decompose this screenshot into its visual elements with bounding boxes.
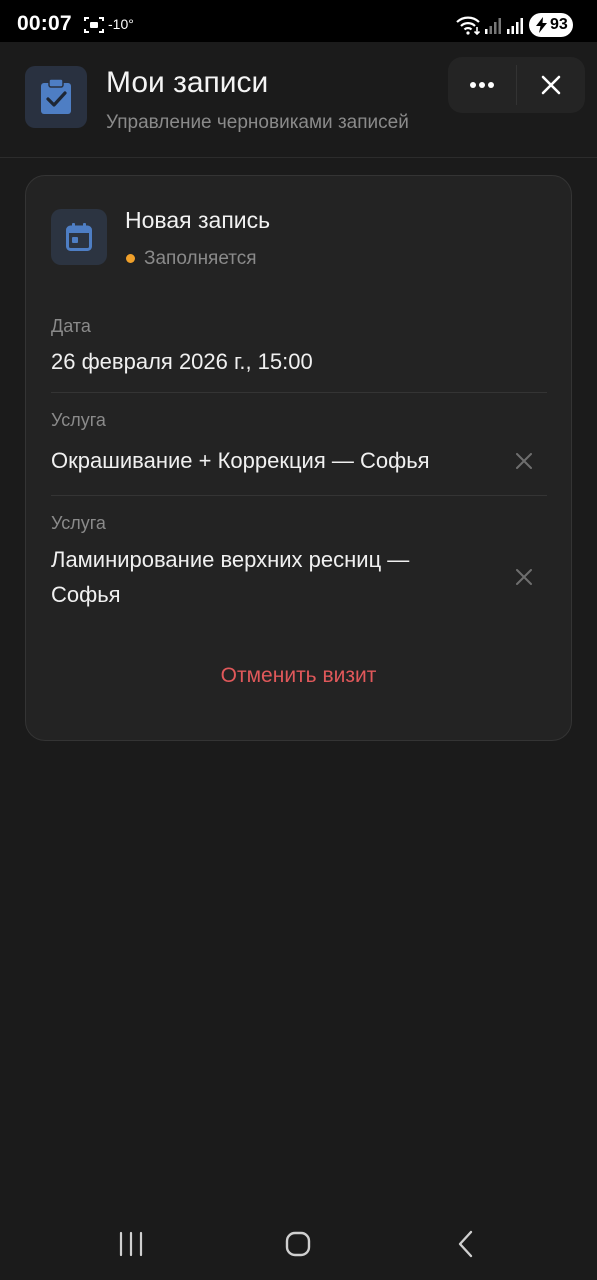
close-icon	[541, 75, 561, 95]
remove-service-button[interactable]	[511, 448, 537, 474]
page-subtitle: Управление черновиками записей	[106, 112, 409, 133]
more-button[interactable]	[448, 57, 516, 113]
page-title: Мои записи	[106, 66, 269, 99]
app-icon-tile	[25, 66, 87, 128]
divider	[51, 495, 547, 496]
service-label: Услуга	[51, 513, 106, 533]
page-header: Мои записи Управление черновиками записе…	[0, 42, 597, 158]
home-icon	[285, 1231, 311, 1257]
date-value[interactable]: 26 февраля 2026 г., 15:00	[51, 344, 313, 379]
remove-icon	[516, 453, 532, 469]
more-horizontal-icon	[470, 82, 494, 88]
service-value[interactable]: Ламинирование верхних ресниц —	[51, 542, 409, 577]
status-bar: 00:07 -10° 93	[0, 0, 597, 42]
charging-icon	[536, 17, 547, 33]
battery-level: 93	[550, 16, 568, 33]
draft-card: Новая запись Заполняется Дата 26 февраля…	[25, 175, 572, 741]
status-text: Заполняется	[144, 248, 257, 269]
back-icon	[458, 1230, 473, 1258]
service-label: Услуга	[51, 410, 106, 430]
header-actions	[448, 57, 585, 113]
card-icon-tile	[51, 209, 107, 265]
clipboard-check-icon	[41, 79, 71, 114]
system-nav-bar	[0, 1208, 597, 1280]
close-button[interactable]	[517, 57, 585, 113]
home-button[interactable]	[268, 1220, 328, 1268]
battery-indicator: 93	[529, 13, 573, 37]
back-button[interactable]	[436, 1220, 496, 1268]
service-value[interactable]: Окрашивание + Коррекция — Софья	[51, 443, 430, 478]
recent-apps-icon	[119, 1231, 143, 1257]
cancel-visit-button[interactable]: Отменить визит	[26, 664, 571, 688]
service-value-continued[interactable]: Софья	[51, 577, 121, 612]
date-label: Дата	[51, 316, 91, 336]
calendar-icon	[66, 223, 92, 251]
screenshot-icon	[84, 16, 104, 34]
status-time: 00:07	[17, 12, 72, 35]
card-title: Новая запись	[125, 207, 271, 233]
remove-icon	[516, 569, 532, 585]
recent-apps-button[interactable]	[101, 1220, 161, 1268]
divider	[51, 392, 547, 393]
status-dot	[126, 254, 135, 263]
signal-icon	[484, 15, 502, 35]
signal-icon	[506, 15, 524, 35]
wifi-icon	[455, 15, 481, 36]
remove-service-button[interactable]	[511, 564, 537, 590]
status-temperature: -10°	[108, 16, 134, 32]
